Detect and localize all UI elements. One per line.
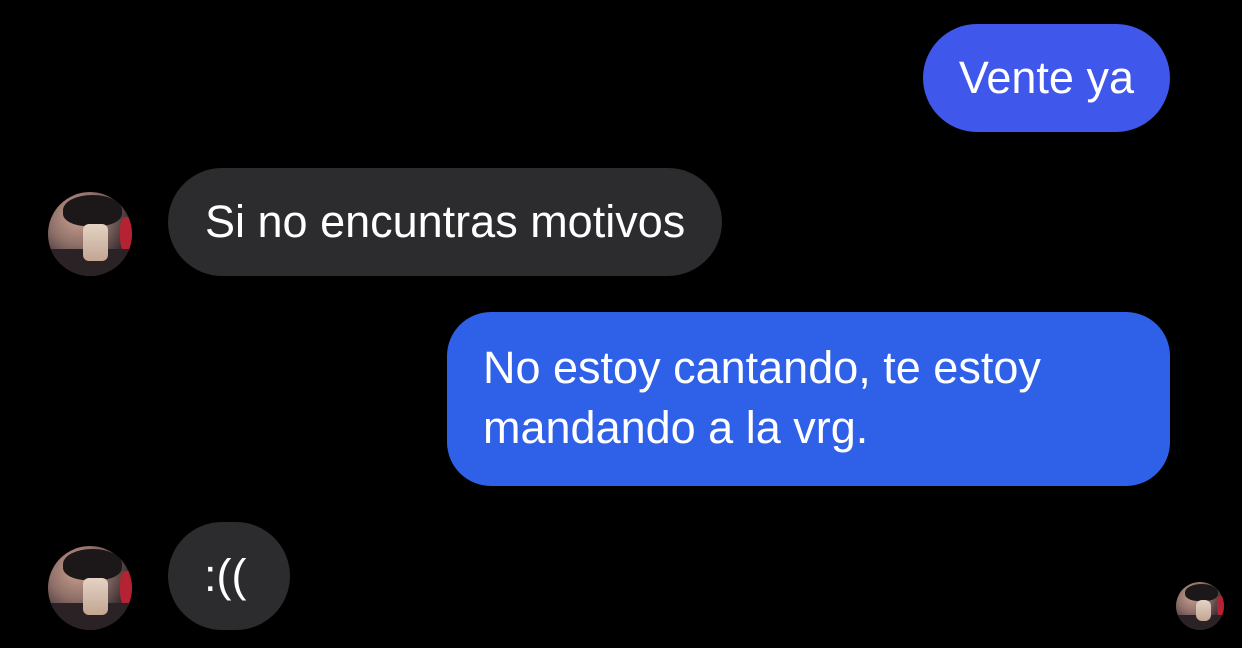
outgoing-message-bubble[interactable]: Vente ya — [922, 24, 1170, 132]
read-receipt-avatar-icon — [1176, 582, 1224, 630]
message-thread: Vente ya Si no encuntras motivos No esto… — [0, 0, 1242, 648]
contact-avatar-icon[interactable] — [48, 192, 132, 276]
incoming-message-bubble[interactable]: Si no encuntras motivos — [168, 168, 723, 276]
incoming-message-bubble[interactable]: :(( — [168, 522, 290, 630]
outgoing-message-bubble[interactable]: No estoy cantando, te estoy mandando a l… — [447, 312, 1170, 486]
contact-avatar-icon[interactable] — [48, 546, 132, 630]
